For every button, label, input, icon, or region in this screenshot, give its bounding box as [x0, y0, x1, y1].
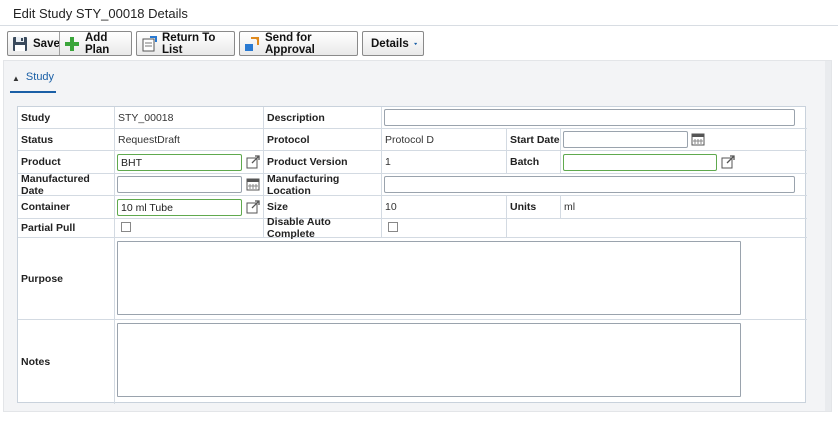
manufacturing-location-cell — [382, 174, 807, 196]
open-lookup-icon[interactable] — [246, 155, 260, 169]
container-cell — [115, 196, 264, 219]
status-label: Status — [18, 129, 115, 151]
product-version-value: 1 — [382, 151, 507, 174]
partial-pull-label: Partial Pull — [18, 219, 115, 238]
container-input[interactable] — [117, 199, 242, 216]
partial-pull-cell — [115, 219, 264, 238]
details-label: Details — [371, 37, 409, 50]
product-version-label: Product Version — [264, 151, 382, 174]
size-value: 10 — [382, 196, 507, 219]
purpose-textarea[interactable] — [117, 241, 741, 315]
return-to-list-label: Return To List — [162, 31, 216, 56]
return-list-icon — [142, 35, 157, 51]
add-plan-button[interactable]: Add Plan — [60, 31, 131, 56]
disable-auto-complete-label: Disable Auto Complete — [264, 216, 382, 240]
batch-cell — [561, 151, 807, 174]
manufactured-date-input[interactable] — [117, 176, 242, 193]
toolbar: Save Add Plan Return To List Send for Ap… — [0, 26, 838, 60]
product-input[interactable] — [117, 154, 242, 171]
status-value: RequestDraft — [115, 129, 264, 151]
study-form: Study STY_00018 Description Status Reque… — [17, 106, 807, 404]
disable-auto-complete-cell — [382, 219, 507, 238]
save-button[interactable]: Save — [8, 32, 60, 55]
notes-label: Notes — [18, 320, 115, 404]
description-input[interactable] — [384, 109, 795, 126]
title-bar: Edit Study STY_00018 Details — [0, 0, 838, 26]
send-for-approval-label: Send for Approval — [265, 31, 315, 56]
protocol-label: Protocol — [264, 129, 382, 151]
manufacturing-location-label: Manufacturing Location — [264, 173, 382, 197]
manufactured-date-label: Manufactured Date — [18, 173, 115, 197]
notes-cell — [115, 320, 807, 404]
study-value: STY_00018 — [115, 107, 264, 129]
start-date-label: Start Date — [507, 129, 561, 151]
partial-pull-checkbox[interactable] — [121, 222, 131, 232]
manufactured-date-cell — [115, 174, 264, 196]
send-for-approval-button[interactable]: Send for Approval — [239, 31, 358, 56]
notes-textarea[interactable] — [117, 323, 741, 397]
disable-auto-complete-checkbox[interactable] — [388, 222, 398, 232]
plus-icon — [65, 36, 79, 51]
vertical-scrollbar[interactable] — [825, 61, 831, 411]
page-title: Edit Study STY_00018 Details — [13, 6, 188, 21]
add-plan-label: Add Plan — [85, 31, 110, 56]
product-cell — [115, 151, 264, 174]
container-label: Container — [18, 196, 115, 219]
tab-study-label: Study — [25, 71, 55, 83]
save-label: Save — [33, 37, 60, 50]
tab-row: ▲ Study — [4, 61, 831, 94]
batch-input[interactable] — [563, 154, 717, 171]
open-lookup-icon[interactable] — [246, 200, 260, 214]
protocol-value: Protocol D — [382, 129, 507, 151]
open-lookup-icon[interactable] — [721, 155, 735, 169]
purpose-label: Purpose — [18, 238, 115, 320]
calendar-icon[interactable] — [691, 132, 705, 146]
floppy-disk-icon — [13, 36, 27, 51]
send-approval-icon — [245, 36, 259, 51]
return-to-list-button[interactable]: Return To List — [136, 31, 235, 56]
caret-down-icon — [413, 42, 417, 45]
study-label: Study — [18, 107, 115, 129]
details-dropdown-button[interactable]: Details — [362, 31, 424, 56]
content-panel: ▲ Study Study STY_00018 Description Stat… — [3, 60, 832, 412]
purpose-cell — [115, 238, 807, 320]
units-label: Units — [507, 196, 561, 219]
empty-cell — [507, 219, 807, 238]
chevron-up-icon: ▲ — [12, 74, 20, 83]
calendar-icon[interactable] — [246, 177, 260, 191]
product-label: Product — [18, 151, 115, 174]
manufacturing-location-input[interactable] — [384, 176, 795, 193]
start-date-cell — [561, 129, 807, 151]
description-label: Description — [264, 107, 382, 129]
units-value: ml — [561, 196, 807, 219]
description-cell — [382, 107, 807, 129]
start-date-input[interactable] — [563, 131, 688, 148]
tab-study[interactable]: ▲ Study — [10, 71, 57, 93]
batch-label: Batch — [507, 151, 561, 174]
